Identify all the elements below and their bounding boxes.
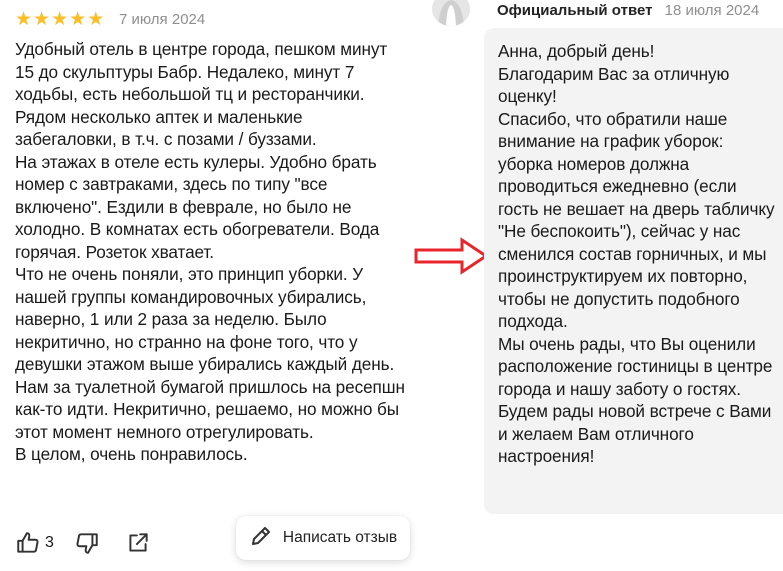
reply-header: Официальный ответ 18 июля 2024 [497, 2, 759, 19]
star-icon: ★ [15, 8, 33, 30]
star-icon: ★ [51, 8, 69, 30]
review-actions: 3 [15, 530, 151, 556]
write-review-button[interactable]: Написать отзыв [236, 516, 410, 560]
star-icon: ★ [33, 8, 51, 30]
write-review-label: Написать отзыв [282, 529, 398, 546]
share-icon[interactable] [125, 530, 151, 556]
star-icon: ★ [69, 8, 87, 30]
review-date: 7 июля 2024 [119, 11, 206, 28]
like-count: 3 [45, 534, 54, 551]
avatar [432, 0, 470, 26]
reply-title: Официальный ответ [497, 2, 653, 19]
review-text: Удобный отель в центре города, пешком ми… [15, 39, 405, 464]
pencil-icon [249, 524, 273, 553]
thumbs-down-icon[interactable] [74, 530, 100, 556]
star-icon: ★ [87, 8, 105, 30]
rating-stars: ★ ★ ★ ★ ★ [15, 9, 104, 29]
reply-date: 18 июля 2024 [664, 2, 760, 19]
thumbs-up-icon[interactable] [15, 530, 41, 556]
reply-text: Анна, добрый день! Благодарим Вас за отл… [498, 41, 775, 466]
red-arrow-right-icon [414, 237, 489, 275]
